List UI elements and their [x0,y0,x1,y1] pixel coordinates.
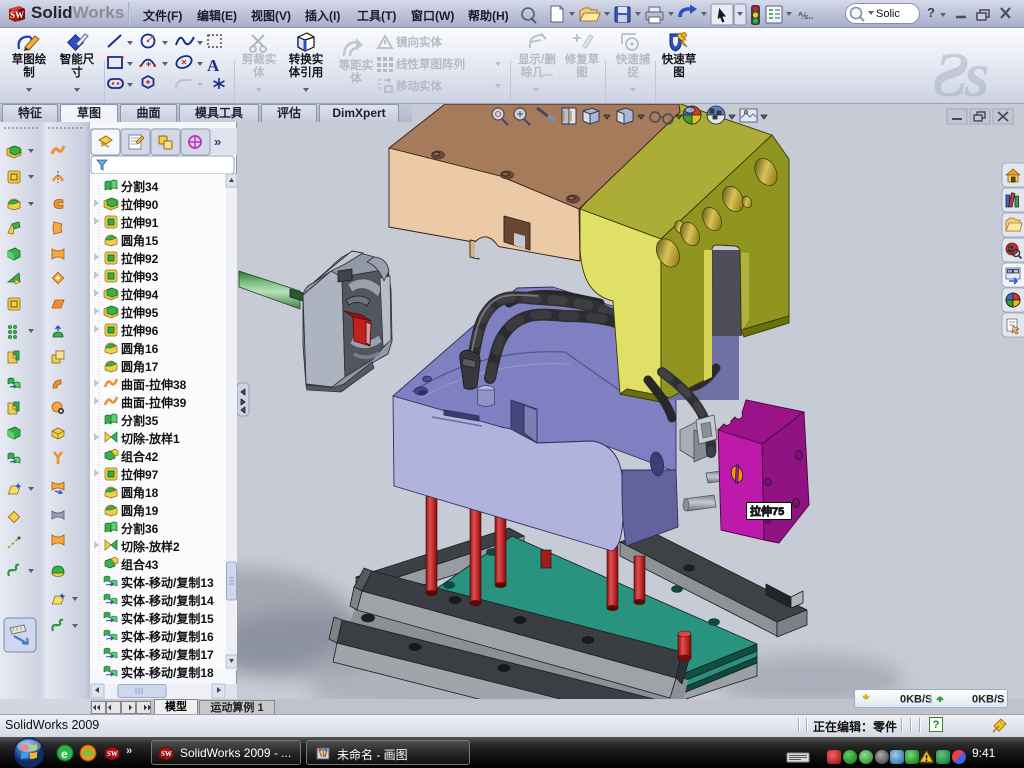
svg-text:0KB/S: 0KB/S [900,694,932,706]
svg-text:»: » [126,745,132,757]
svg-text:»: » [214,134,221,149]
svg-text:0KB/S: 0KB/S [972,694,1004,706]
svg-text:SW: SW [107,750,118,758]
svg-text:e: e [61,747,68,761]
svg-text:⅍..: ⅍.. [798,11,814,22]
svg-text:SW: SW [161,750,172,758]
svg-text:A: A [207,56,220,75]
svg-text:Solic: Solic [876,8,900,20]
svg-text:SW: SW [10,10,24,20]
svg-text:拉伸75: 拉伸75 [750,504,784,518]
